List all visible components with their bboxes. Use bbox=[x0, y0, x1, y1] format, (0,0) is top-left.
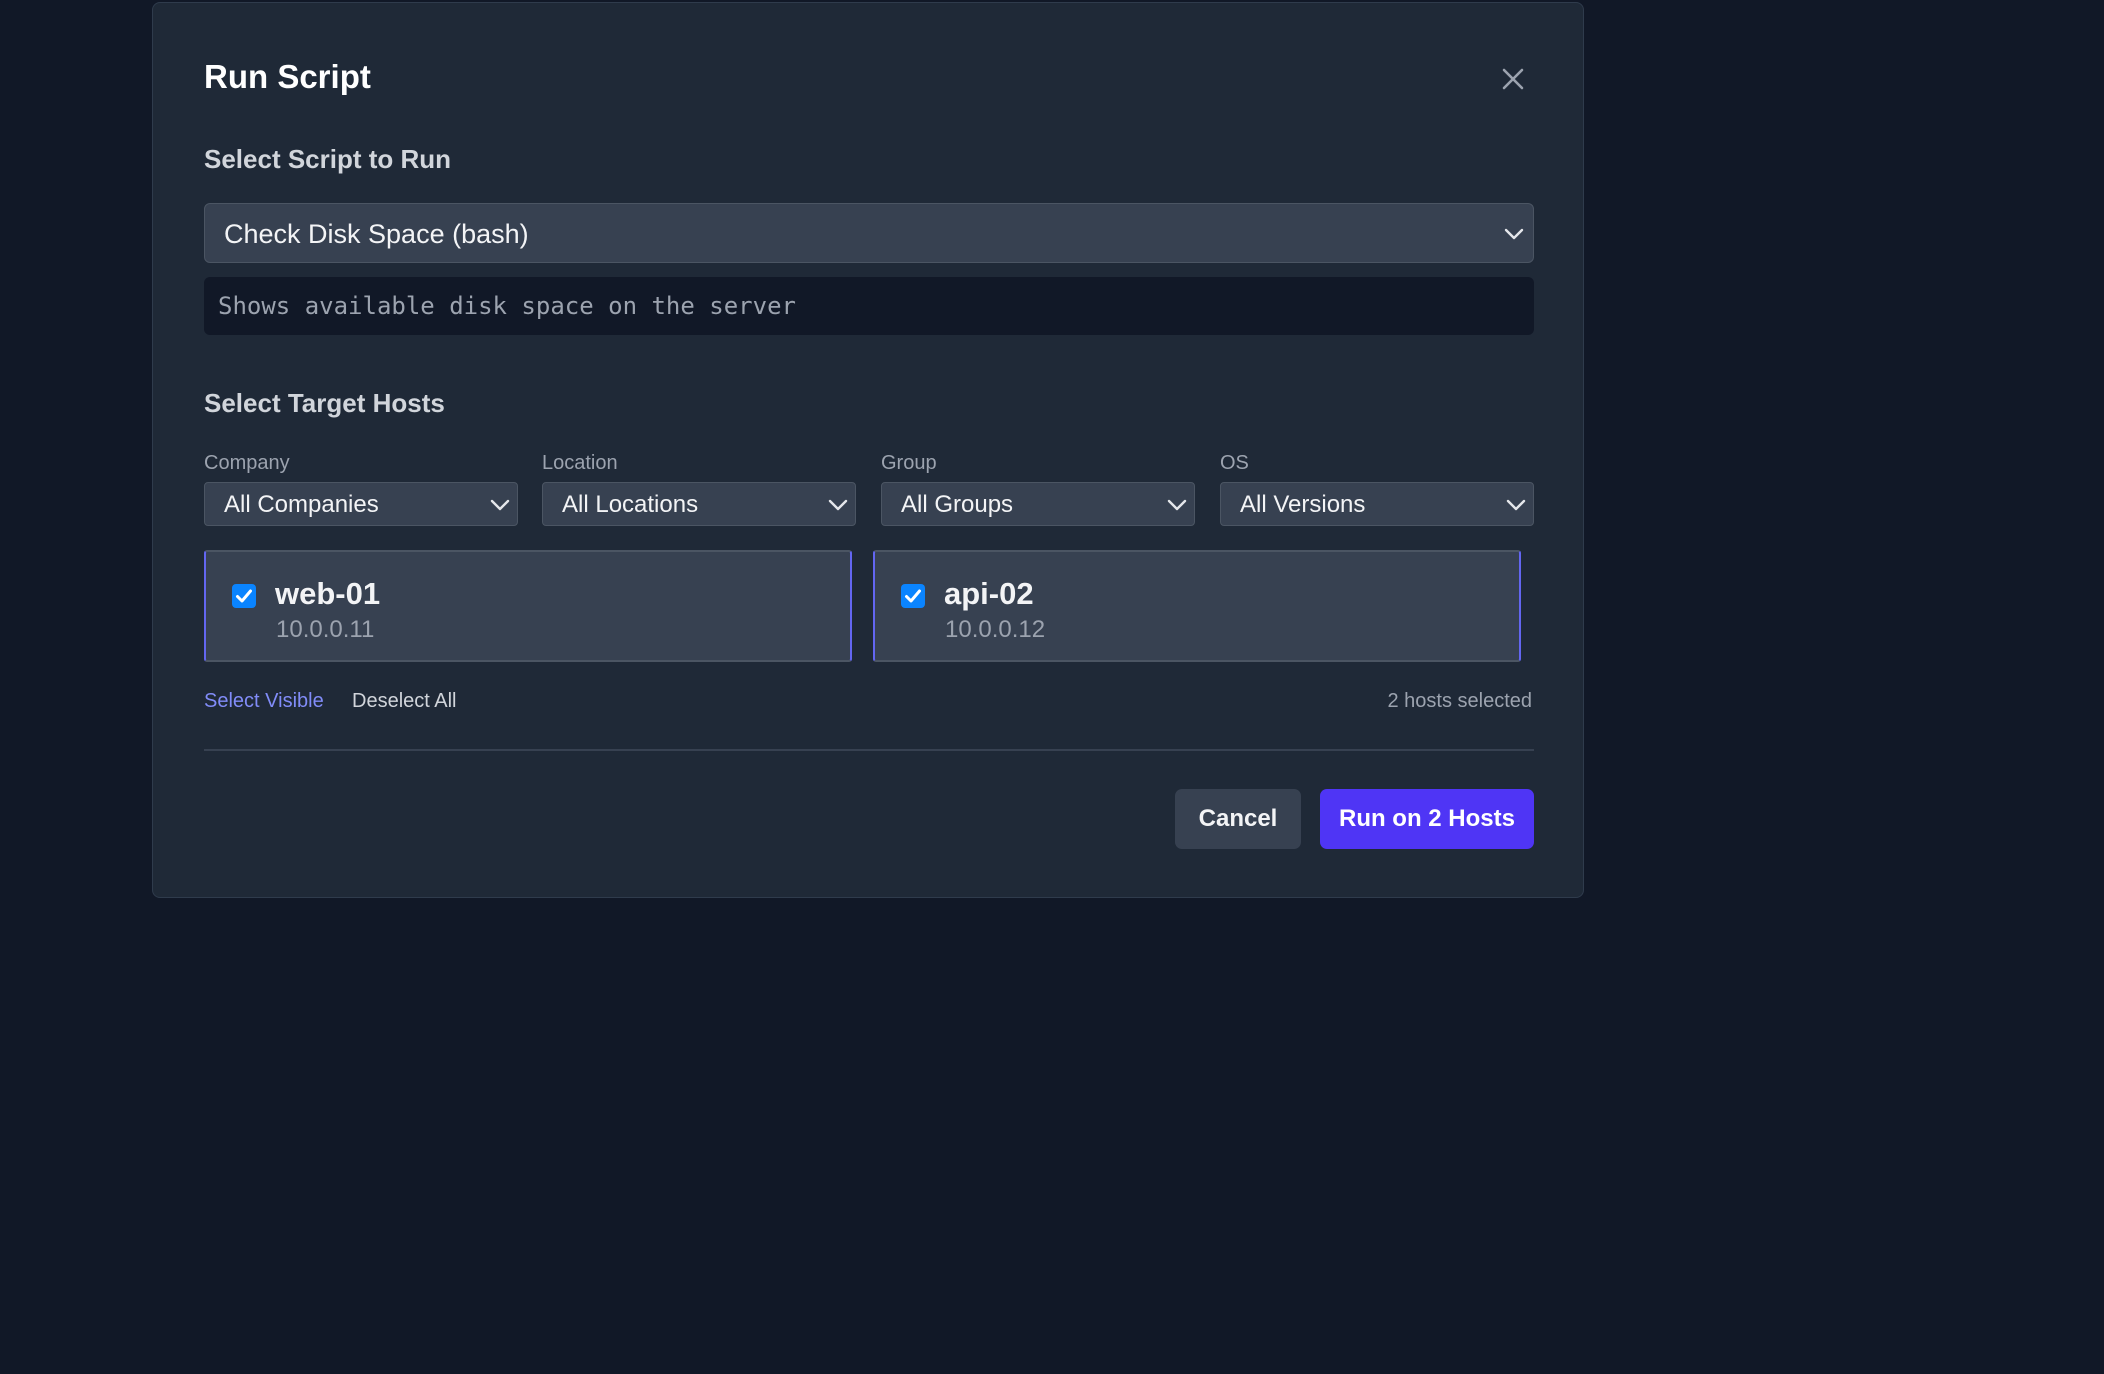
filter-company-value: All Companies bbox=[224, 491, 379, 518]
modal-title: Run Script bbox=[204, 58, 371, 95]
select-visible-link[interactable]: Select Visible bbox=[204, 689, 324, 713]
checkmark-icon bbox=[905, 589, 921, 603]
host-checkbox[interactable] bbox=[901, 584, 925, 608]
filter-location-value: All Locations bbox=[562, 491, 699, 518]
host-card-web-01[interactable]: web-01 10.0.0.11 bbox=[204, 550, 852, 662]
checkmark-icon bbox=[236, 589, 252, 603]
script-select-value: Check Disk Space (bash) bbox=[224, 219, 529, 249]
filter-company-select[interactable]: All Companies bbox=[204, 482, 518, 526]
script-select[interactable]: Check Disk Space (bash) bbox=[204, 203, 1534, 263]
host-name: api-02 bbox=[944, 576, 1034, 611]
chevron-down-icon bbox=[1505, 498, 1527, 512]
cancel-button[interactable]: Cancel bbox=[1175, 789, 1301, 849]
filter-location-select[interactable]: All Locations bbox=[542, 482, 856, 526]
filter-group-value: All Groups bbox=[901, 491, 1014, 518]
footer-divider bbox=[204, 749, 1534, 751]
filter-company-label: Company bbox=[204, 452, 290, 474]
filter-os-value: All Versions bbox=[1240, 491, 1366, 518]
run-script-modal: Run Script Select Script to Run Check Di… bbox=[152, 2, 1584, 898]
host-card-api-02[interactable]: api-02 10.0.0.12 bbox=[873, 550, 1521, 662]
filter-location-label: Location bbox=[542, 452, 618, 474]
run-button[interactable]: Run on 2 Hosts bbox=[1320, 789, 1534, 849]
chevron-down-icon bbox=[1166, 498, 1188, 512]
close-icon bbox=[1493, 59, 1533, 99]
filter-os-select[interactable]: All Versions bbox=[1220, 482, 1534, 526]
close-button[interactable] bbox=[1493, 59, 1533, 99]
chevron-down-icon bbox=[489, 498, 511, 512]
filter-group-label: Group bbox=[881, 452, 937, 474]
filter-group-select[interactable]: All Groups bbox=[881, 482, 1195, 526]
host-ip: 10.0.0.11 bbox=[276, 616, 375, 643]
host-name: web-01 bbox=[275, 576, 381, 611]
host-ip: 10.0.0.12 bbox=[945, 616, 1046, 643]
script-description-text: Shows available disk space on the server bbox=[218, 292, 796, 320]
host-checkbox[interactable] bbox=[232, 584, 256, 608]
filter-os-label: OS bbox=[1220, 452, 1249, 474]
script-section-label: Select Script to Run bbox=[204, 144, 452, 174]
deselect-all-link[interactable]: Deselect All bbox=[352, 689, 457, 713]
chevron-down-icon bbox=[1503, 227, 1525, 241]
script-description: Shows available disk space on the server bbox=[204, 277, 1534, 335]
chevron-down-icon bbox=[827, 498, 849, 512]
hosts-selected-count: 2 hosts selected bbox=[1387, 690, 1532, 712]
hosts-section-label: Select Target Hosts bbox=[204, 388, 445, 418]
